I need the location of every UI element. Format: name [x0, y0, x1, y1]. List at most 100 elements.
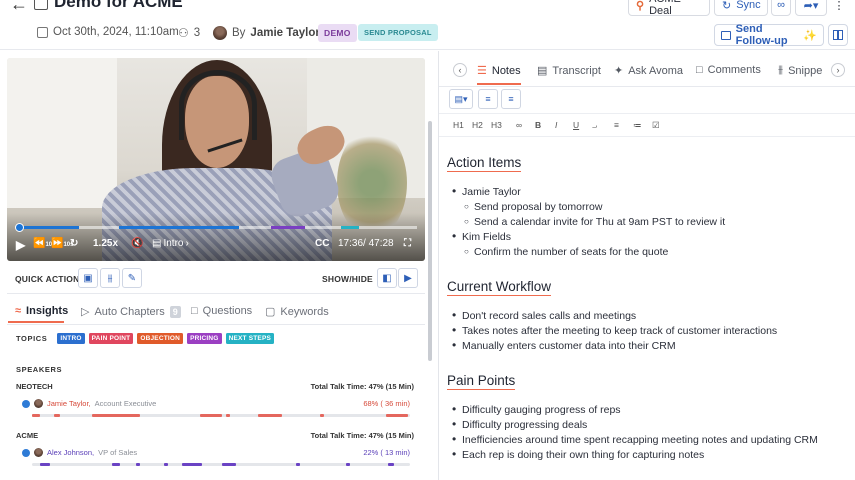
list-add-icon: ≡ — [485, 94, 491, 104]
snippet-action-button[interactable]: ⫵ — [100, 268, 120, 288]
link-icon: ∞ — [777, 0, 785, 11]
captions-button[interactable]: CC — [315, 238, 329, 249]
checklist-icon[interactable]: ☑ — [652, 120, 660, 131]
talk-segment — [388, 463, 394, 466]
meeting-header: ← Demo for ACME Oct 30th, 2024, 11:10am … — [0, 0, 855, 50]
italic-button[interactable]: I — [555, 120, 557, 130]
playhead[interactable] — [15, 223, 24, 232]
list-item: Takes notes after the meeting to keep tr… — [452, 323, 777, 337]
meeting-icon — [34, 0, 48, 10]
calendar-icon — [37, 26, 48, 38]
section-heading: Current Workflow — [447, 279, 552, 296]
tabs-scroll-left-button[interactable]: ‹ — [453, 63, 467, 77]
underline-button[interactable]: U — [573, 120, 579, 130]
speaker-row[interactable]: Alex Johnson, VP of Sales — [22, 448, 137, 457]
tab-keywords[interactable]: ▢ Keywords — [265, 305, 329, 319]
fullscreen-button[interactable]: ⛶ — [404, 238, 411, 249]
snippets-icon: ⫵ — [778, 64, 784, 76]
tab-notes[interactable]: ☰ Notes — [477, 64, 521, 78]
strikethrough-icon[interactable]: ⨼ — [592, 120, 597, 131]
note-action-button[interactable]: ✎ — [122, 268, 142, 288]
bullet-list-icon[interactable]: ≡ — [614, 120, 619, 130]
toggle-panel-button[interactable] — [828, 24, 848, 46]
topic-tag-objection[interactable]: OBJECTION — [137, 333, 184, 344]
talk-segment — [182, 463, 202, 466]
avatar — [34, 448, 43, 457]
comment-action-button[interactable]: ▣ — [78, 268, 98, 288]
talk-timeline-alex[interactable] — [32, 463, 410, 466]
topic-tag-pricing[interactable]: PRICING — [187, 333, 222, 344]
attendee-count[interactable]: ⚇ 3 — [178, 26, 200, 40]
back-arrow-icon[interactable]: ← — [10, 0, 28, 15]
tab-comments[interactable]: □ Comments — [696, 64, 761, 76]
toggle-video-button[interactable]: ▶ — [398, 268, 418, 288]
template-badge[interactable]: DEMO — [318, 24, 357, 42]
more-menu[interactable]: ⋮ — [831, 0, 847, 16]
talk-segment — [296, 463, 300, 466]
heading2-button[interactable]: H2 — [472, 120, 483, 130]
list-item: Jamie Taylor — [452, 184, 521, 198]
speakers-heading: SPEAKERS — [16, 365, 63, 374]
replay-button[interactable]: ↻ — [70, 238, 78, 249]
headset — [179, 70, 257, 140]
fullscreen-icon: ⛶ — [404, 238, 411, 249]
link-icon[interactable]: ∞ — [516, 120, 522, 130]
list-item: Each rep is doing their own thing for ca… — [452, 447, 704, 461]
template-dropdown[interactable]: ▤▾ — [449, 89, 473, 109]
topic-tag-next-steps[interactable]: NEXT STEPS — [225, 333, 275, 344]
chapter-selector[interactable]: ▤ Intro › — [152, 238, 189, 249]
active-tab-indicator — [8, 321, 64, 323]
mute-button[interactable]: 🔇 — [131, 238, 143, 249]
insert-notes-button[interactable]: ≡ — [478, 89, 498, 109]
transcript-icon: ▤ — [537, 65, 548, 77]
link-button[interactable]: ∞ — [771, 0, 791, 16]
talk-segment — [346, 463, 350, 466]
video-player[interactable]: ▶ ⏪10s ⏩10s ↻ 1.25x 🔇 ▤ Intro › CC 17:36… — [7, 58, 425, 261]
send-follow-up-button[interactable]: Send Follow-up ✨ — [714, 23, 824, 47]
video-timeline[interactable] — [19, 226, 417, 229]
list-item: Send a calendar invite for Thu at 9am PS… — [464, 216, 725, 228]
talk-segment — [164, 463, 168, 466]
left-scrollbar[interactable] — [428, 121, 432, 361]
list-item: Don't record sales calls and meetings — [452, 308, 636, 322]
speed-control[interactable]: 1.25x — [93, 238, 118, 249]
play-speaker-icon[interactable] — [22, 448, 30, 457]
play-button[interactable]: ▶ — [16, 238, 25, 252]
tabs-scroll-right-button[interactable]: › — [831, 63, 845, 77]
talk-segment — [258, 414, 282, 417]
share-button[interactable]: ➦▾ — [795, 0, 827, 16]
speaker-org: ACME — [16, 431, 39, 440]
speaker-talk-percent: 22% ( 13 min) — [363, 448, 410, 457]
stage-badge[interactable]: SEND PROPOSAL — [358, 24, 438, 41]
sync-button[interactable]: ↻ Sync — [714, 0, 768, 16]
talk-timeline-jamie[interactable] — [32, 414, 410, 417]
users-icon: ⚇ — [178, 26, 189, 40]
tab-auto-chapters[interactable]: ▷ Auto Chapters 9 — [81, 305, 181, 318]
heading3-button[interactable]: H3 — [491, 120, 502, 130]
toggle-notes-panel-button[interactable]: ◧ — [377, 268, 397, 288]
tab-questions[interactable]: □ Questions — [191, 305, 252, 317]
topic-tag-pain-point[interactable]: PAIN POINT — [88, 333, 134, 344]
document-icon: ▤▾ — [454, 93, 468, 104]
bold-button[interactable]: B — [535, 120, 541, 130]
tab-insights[interactable]: ≈ Insights — [15, 305, 68, 317]
ai-notes-button[interactable]: ≡ — [501, 89, 521, 109]
avatar — [34, 399, 43, 408]
numbered-list-icon[interactable]: ≔ — [633, 120, 642, 131]
crop-icon: ⫵ — [107, 272, 113, 284]
format-toolbar: H1 H2 H3 ∞ B I U ⨼ ≡ ≔ ☑ — [439, 113, 855, 137]
speaker-row[interactable]: Jamie Taylor, Account Executive — [22, 399, 156, 408]
topic-tag-intro[interactable]: INTRO — [57, 333, 85, 344]
tab-snippets[interactable]: ⫵ Snippe — [778, 64, 822, 77]
tab-transcript[interactable]: ▤ Transcript — [537, 64, 601, 78]
comment-icon: ▣ — [83, 272, 93, 284]
heading1-button[interactable]: H1 — [453, 120, 464, 130]
keyword-icon: ▢ — [265, 306, 276, 318]
deal-button[interactable]: ⚲ ACME Deal — [628, 0, 710, 17]
meeting-date: Oct 30th, 2024, 11:10am — [37, 26, 179, 38]
talk-segment — [32, 414, 40, 417]
talk-segment — [320, 414, 324, 417]
tab-ask-avoma[interactable]: ✦ Ask Avoma — [614, 64, 683, 78]
play-speaker-icon[interactable] — [22, 399, 30, 408]
replay-icon: ↻ — [70, 238, 79, 249]
